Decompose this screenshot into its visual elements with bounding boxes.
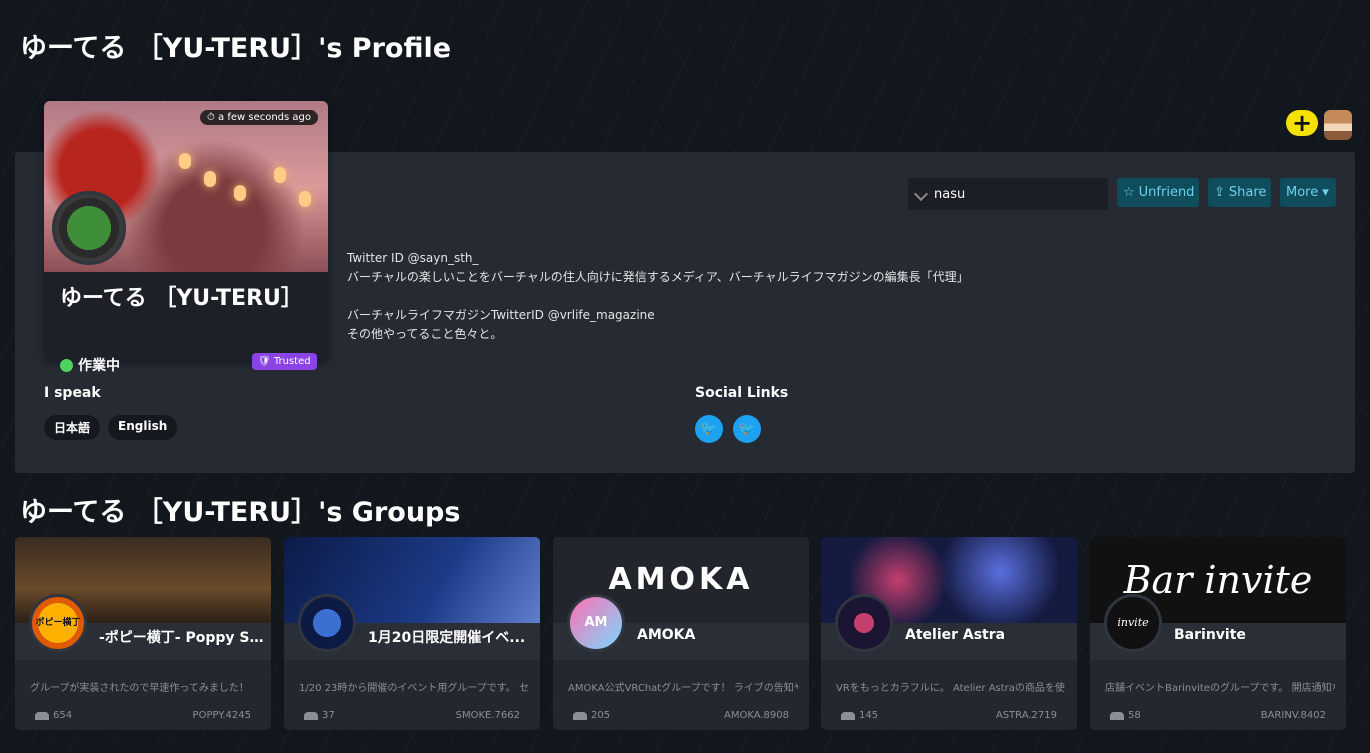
group-name: AMOKA (637, 627, 696, 643)
group-description: AMOKA公式VRChatグループです！ ライブの告知や (568, 683, 798, 694)
group-description: VRをもっとカラフルに。 Atelier Astraの商品を使って (836, 683, 1066, 694)
lantern-decoration (204, 171, 216, 187)
group-name: 1月20日限定開催イベ... (368, 630, 526, 646)
profile-card: ⏱ a few seconds ago ゆーてる ［YU-TERU］ (44, 101, 328, 361)
note-value: nasu (934, 186, 966, 202)
group-card[interactable]: ポピー横丁 -ポピー横丁- Poppy S... グループが実装されたので早速作… (15, 537, 271, 730)
star-icon: ☆ (1123, 185, 1135, 200)
note-input[interactable]: nasu (908, 178, 1108, 210)
language-list: 日本語 English (44, 415, 178, 440)
members-icon (573, 711, 587, 720)
page-title: ゆーてる ［YU-TERU］'s Profile (20, 33, 452, 64)
group-card[interactable]: 1月20日限定開催イベ... 1/20 23時から開催のイベント用グループです。… (284, 537, 540, 730)
group-name: Barinvite (1174, 627, 1246, 643)
share-button[interactable]: ⇪ Share (1208, 178, 1271, 207)
group-code: SMOKE.7662 (455, 710, 520, 721)
bio-line: Twitter ID @sayn_sth_ (347, 251, 479, 265)
lantern-decoration (274, 167, 286, 183)
group-description: 1/20 23時から開催のイベント用グループです。 センシ (299, 683, 529, 694)
bio-line: その他やってること色々と。 (347, 327, 503, 341)
status-dot-icon (60, 358, 73, 372)
group-members: 654 (35, 710, 72, 721)
lantern-decoration (234, 185, 246, 201)
group-icon: invite (1104, 594, 1162, 652)
bio-line: バーチャルライフマガジンTwitterID @vrlife_magazine (347, 308, 655, 322)
group-icon: AM (567, 594, 625, 652)
group-icon (835, 594, 893, 652)
trust-rank-badge: 🛡 Trusted (252, 353, 317, 370)
twitter-icon[interactable]: 🐦 (695, 415, 723, 443)
language-chip: 日本語 (44, 415, 101, 440)
group-card[interactable]: Atelier Astra VRをもっとカラフルに。 Atelier Astra… (821, 537, 1077, 730)
bio-text: Twitter ID @sayn_sth_ バーチャルの楽しいことをバーチャルの… (347, 249, 1047, 344)
members-icon (841, 711, 855, 720)
group-members: 145 (841, 710, 878, 721)
social-links: 🐦 🐦 (695, 415, 761, 443)
group-card[interactable]: Bar invite invite Barinvite 店舗イベントBarinv… (1090, 537, 1346, 730)
group-members: 205 (573, 710, 610, 721)
members-icon (35, 711, 49, 720)
social-links-label: Social Links (695, 385, 789, 401)
add-chat-icon[interactable]: + (1286, 110, 1318, 136)
profile-image: ⏱ a few seconds ago (44, 101, 328, 272)
status-text: 作業中 (78, 358, 120, 374)
group-members: 37 (304, 710, 335, 721)
group-code: AMOKA.8908 (723, 710, 789, 721)
share-icon: ⇪ (1214, 185, 1225, 200)
chevron-down-icon: ▾ (1322, 185, 1329, 200)
more-button[interactable]: More ▾ (1280, 178, 1336, 207)
lantern-decoration (299, 191, 311, 207)
group-name: Atelier Astra (905, 627, 1006, 643)
group-description: グループが実装されたので早速作ってみました！ (30, 683, 249, 694)
language-chip: English (108, 415, 178, 440)
twitter-icon[interactable]: 🐦 (733, 415, 761, 443)
i-speak-label: I speak (44, 385, 101, 401)
group-icon: ポピー横丁 (29, 594, 87, 652)
pencil-icon (913, 186, 929, 202)
profile-name: ゆーてる ［YU-TERU］ (60, 286, 303, 311)
group-card[interactable]: AMOKA AM AMOKA AMOKA公式VRChatグループです！ ライブの… (553, 537, 809, 730)
group-code: POPPY.4245 (192, 710, 251, 721)
last-seen-badge: ⏱ a few seconds ago (200, 110, 318, 125)
group-members: 58 (1110, 710, 1141, 721)
user-avatar-icon[interactable] (1324, 110, 1352, 140)
group-icon (298, 594, 356, 652)
members-icon (304, 711, 318, 720)
lantern-decoration (179, 153, 191, 169)
top-actions: + (1286, 110, 1352, 140)
groups-title: ゆーてる ［YU-TERU］'s Groups (20, 497, 461, 528)
represented-group-icon[interactable] (52, 191, 126, 265)
bio-line: バーチャルの楽しいことをバーチャルの住人向けに発信するメディア、バーチャルライフ… (347, 270, 969, 284)
group-code: BARINV.8402 (1260, 710, 1326, 721)
unfriend-button[interactable]: ☆ Unfriend (1117, 178, 1199, 207)
members-icon (1110, 711, 1124, 720)
status-indicator: 作業中 (60, 355, 120, 375)
group-description: 店舗イベントBarinviteのグループです。 開店通知な (1105, 683, 1335, 694)
group-code: ASTRA.2719 (995, 710, 1057, 721)
group-name: -ポピー横丁- Poppy S... (99, 630, 264, 646)
bio-line (347, 287, 1047, 306)
